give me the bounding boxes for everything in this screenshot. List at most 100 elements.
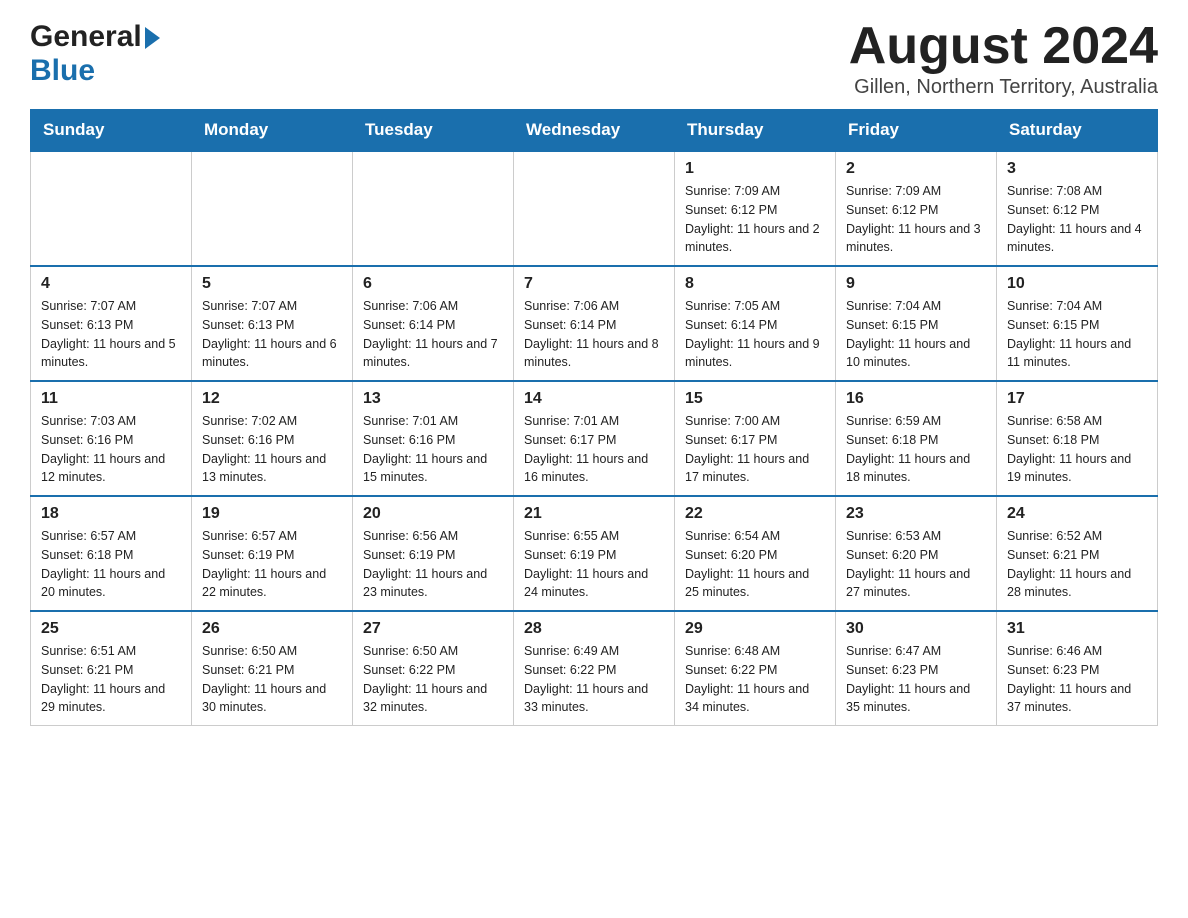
day-number: 18 [41,505,181,523]
calendar-week-row: 11 Sunrise: 7:03 AMSunset: 6:16 PMDayligh… [31,381,1158,496]
day-number: 11 [41,390,181,408]
calendar-day-cell: 7 Sunrise: 7:06 AMSunset: 6:14 PMDaylight… [514,266,675,381]
calendar-day-cell: 4Sunrise: 7:07 AMSunset: 6:13 PMDaylight… [31,266,192,381]
day-number: 1 [685,160,825,178]
calendar-day-cell: 18 Sunrise: 6:57 AMSunset: 6:18 PMDayligh… [31,496,192,611]
day-info: Sunrise: 7:04 AMSunset: 6:15 PMDaylight:… [1007,297,1147,372]
day-info: Sunrise: 6:59 AMSunset: 6:18 PMDaylight:… [846,412,986,487]
column-header-sunday: Sunday [31,110,192,152]
column-header-wednesday: Wednesday [514,110,675,152]
day-info: Sunrise: 6:57 AMSunset: 6:18 PMDaylight:… [41,527,181,602]
day-info: Sunrise: 7:02 AMSunset: 6:16 PMDaylight:… [202,412,342,487]
day-number: 16 [846,390,986,408]
calendar-day-cell: 17 Sunrise: 6:58 AMSunset: 6:18 PMDayligh… [997,381,1158,496]
day-number: 19 [202,505,342,523]
calendar-day-cell: 6 Sunrise: 7:06 AMSunset: 6:14 PMDaylight… [353,266,514,381]
day-info: Sunrise: 6:57 AMSunset: 6:19 PMDaylight:… [202,527,342,602]
day-info: Sunrise: 6:46 AMSunset: 6:23 PMDaylight:… [1007,642,1147,717]
day-info: Sunrise: 6:47 AMSunset: 6:23 PMDaylight:… [846,642,986,717]
calendar-day-cell: 3Sunrise: 7:08 AMSunset: 6:12 PMDaylight… [997,151,1158,266]
day-number: 27 [363,620,503,638]
column-header-friday: Friday [836,110,997,152]
day-number: 5 [202,275,342,293]
day-number: 13 [363,390,503,408]
calendar-day-cell: 22 Sunrise: 6:54 AMSunset: 6:20 PMDayligh… [675,496,836,611]
title-section: August 2024 Gillen, Northern Territory, … [849,20,1158,99]
day-number: 2 [846,160,986,178]
calendar-day-cell: 30Sunrise: 6:47 AMSunset: 6:23 PMDayligh… [836,611,997,726]
day-number: 6 [363,275,503,293]
calendar-week-row: 4 Sunrise: 7:07 AMSunset: 6:13 PMDaylight… [31,266,1158,381]
day-number: 21 [524,505,664,523]
calendar-day-cell: 13 Sunrise: 7:01 AMSunset: 6:16 PMDayligh… [353,381,514,496]
column-header-thursday: Thursday [675,110,836,152]
location-text: Gillen, Northern Territory, Australia [849,76,1158,99]
logo-arrow-icon [145,27,160,49]
day-info: Sunrise: 6:54 AMSunset: 6:20 PMDaylight:… [685,527,825,602]
calendar-day-cell: 12 Sunrise: 7:02 AMSunset: 6:16 PMDayligh… [192,381,353,496]
calendar-body: 1 Sunrise: 7:09 AMSunset: 6:12 PMDaylight… [31,151,1158,726]
column-header-monday: Monday [192,110,353,152]
calendar-day-cell: 28Sunrise: 6:49 AMSunset: 6:22 PMDayligh… [514,611,675,726]
calendar-day-cell: 27Sunrise: 6:50 AMSunset: 6:22 PMDayligh… [353,611,514,726]
logo: General Blue [30,20,160,88]
day-info: Sunrise: 7:01 AMSunset: 6:16 PMDaylight:… [363,412,503,487]
logo-blue-text: Blue [30,54,95,87]
page-header: General Blue August 2024 Gillen, Norther… [30,20,1158,99]
calendar-day-cell: 21 Sunrise: 6:55 AMSunset: 6:19 PMDayligh… [514,496,675,611]
day-info: Sunrise: 7:06 AMSunset: 6:14 PMDaylight:… [363,297,503,372]
day-number: 3 [1007,160,1147,178]
calendar-day-cell: 14Sunrise: 7:01 AMSunset: 6:17 PMDayligh… [514,381,675,496]
calendar-day-cell: 23 Sunrise: 6:53 AMSunset: 6:20 PMDayligh… [836,496,997,611]
day-number: 22 [685,505,825,523]
day-info: Sunrise: 6:55 AMSunset: 6:19 PMDaylight:… [524,527,664,602]
day-info: Sunrise: 7:09 AMSunset: 6:12 PMDaylight:… [685,182,825,257]
day-number: 29 [685,620,825,638]
day-number: 4 [41,275,181,293]
calendar-day-cell: 31 Sunrise: 6:46 AMSunset: 6:23 PMDayligh… [997,611,1158,726]
calendar-day-cell: 25Sunrise: 6:51 AMSunset: 6:21 PMDayligh… [31,611,192,726]
day-info: Sunrise: 7:01 AMSunset: 6:17 PMDaylight:… [524,412,664,487]
day-info: Sunrise: 6:48 AMSunset: 6:22 PMDaylight:… [685,642,825,717]
calendar-day-cell: 9Sunrise: 7:04 AMSunset: 6:15 PMDaylight… [836,266,997,381]
day-info: Sunrise: 7:05 AMSunset: 6:14 PMDaylight:… [685,297,825,372]
logo-general-text: General [30,20,142,54]
day-number: 10 [1007,275,1147,293]
day-info: Sunrise: 7:03 AMSunset: 6:16 PMDaylight:… [41,412,181,487]
calendar-day-cell [514,151,675,266]
day-info: Sunrise: 7:06 AMSunset: 6:14 PMDaylight:… [524,297,664,372]
calendar-day-cell: 20Sunrise: 6:56 AMSunset: 6:19 PMDayligh… [353,496,514,611]
day-info: Sunrise: 7:07 AMSunset: 6:13 PMDaylight:… [202,297,342,372]
month-title: August 2024 [849,20,1158,72]
day-number: 20 [363,505,503,523]
calendar-day-cell [192,151,353,266]
day-number: 7 [524,275,664,293]
day-number: 31 [1007,620,1147,638]
day-number: 8 [685,275,825,293]
calendar-day-cell: 19 Sunrise: 6:57 AMSunset: 6:19 PMDayligh… [192,496,353,611]
calendar-week-row: 18 Sunrise: 6:57 AMSunset: 6:18 PMDayligh… [31,496,1158,611]
calendar-day-cell: 5 Sunrise: 7:07 AMSunset: 6:13 PMDaylight… [192,266,353,381]
calendar-day-cell: 11 Sunrise: 7:03 AMSunset: 6:16 PMDayligh… [31,381,192,496]
day-info: Sunrise: 6:53 AMSunset: 6:20 PMDaylight:… [846,527,986,602]
calendar-day-cell: 29 Sunrise: 6:48 AMSunset: 6:22 PMDayligh… [675,611,836,726]
day-number: 28 [524,620,664,638]
column-header-tuesday: Tuesday [353,110,514,152]
day-number: 23 [846,505,986,523]
day-number: 12 [202,390,342,408]
day-number: 15 [685,390,825,408]
column-header-saturday: Saturday [997,110,1158,152]
day-number: 26 [202,620,342,638]
calendar-day-cell [353,151,514,266]
day-info: Sunrise: 7:09 AMSunset: 6:12 PMDaylight:… [846,182,986,257]
day-number: 17 [1007,390,1147,408]
calendar-week-row: 25Sunrise: 6:51 AMSunset: 6:21 PMDayligh… [31,611,1158,726]
calendar-day-cell: 10 Sunrise: 7:04 AMSunset: 6:15 PMDayligh… [997,266,1158,381]
calendar-day-cell: 24Sunrise: 6:52 AMSunset: 6:21 PMDayligh… [997,496,1158,611]
day-info: Sunrise: 6:58 AMSunset: 6:18 PMDaylight:… [1007,412,1147,487]
calendar-week-row: 1 Sunrise: 7:09 AMSunset: 6:12 PMDaylight… [31,151,1158,266]
calendar-day-cell: 8 Sunrise: 7:05 AMSunset: 6:14 PMDaylight… [675,266,836,381]
header-row: SundayMondayTuesdayWednesdayThursdayFrid… [31,110,1158,152]
day-info: Sunrise: 6:52 AMSunset: 6:21 PMDaylight:… [1007,527,1147,602]
day-info: Sunrise: 6:50 AMSunset: 6:21 PMDaylight:… [202,642,342,717]
